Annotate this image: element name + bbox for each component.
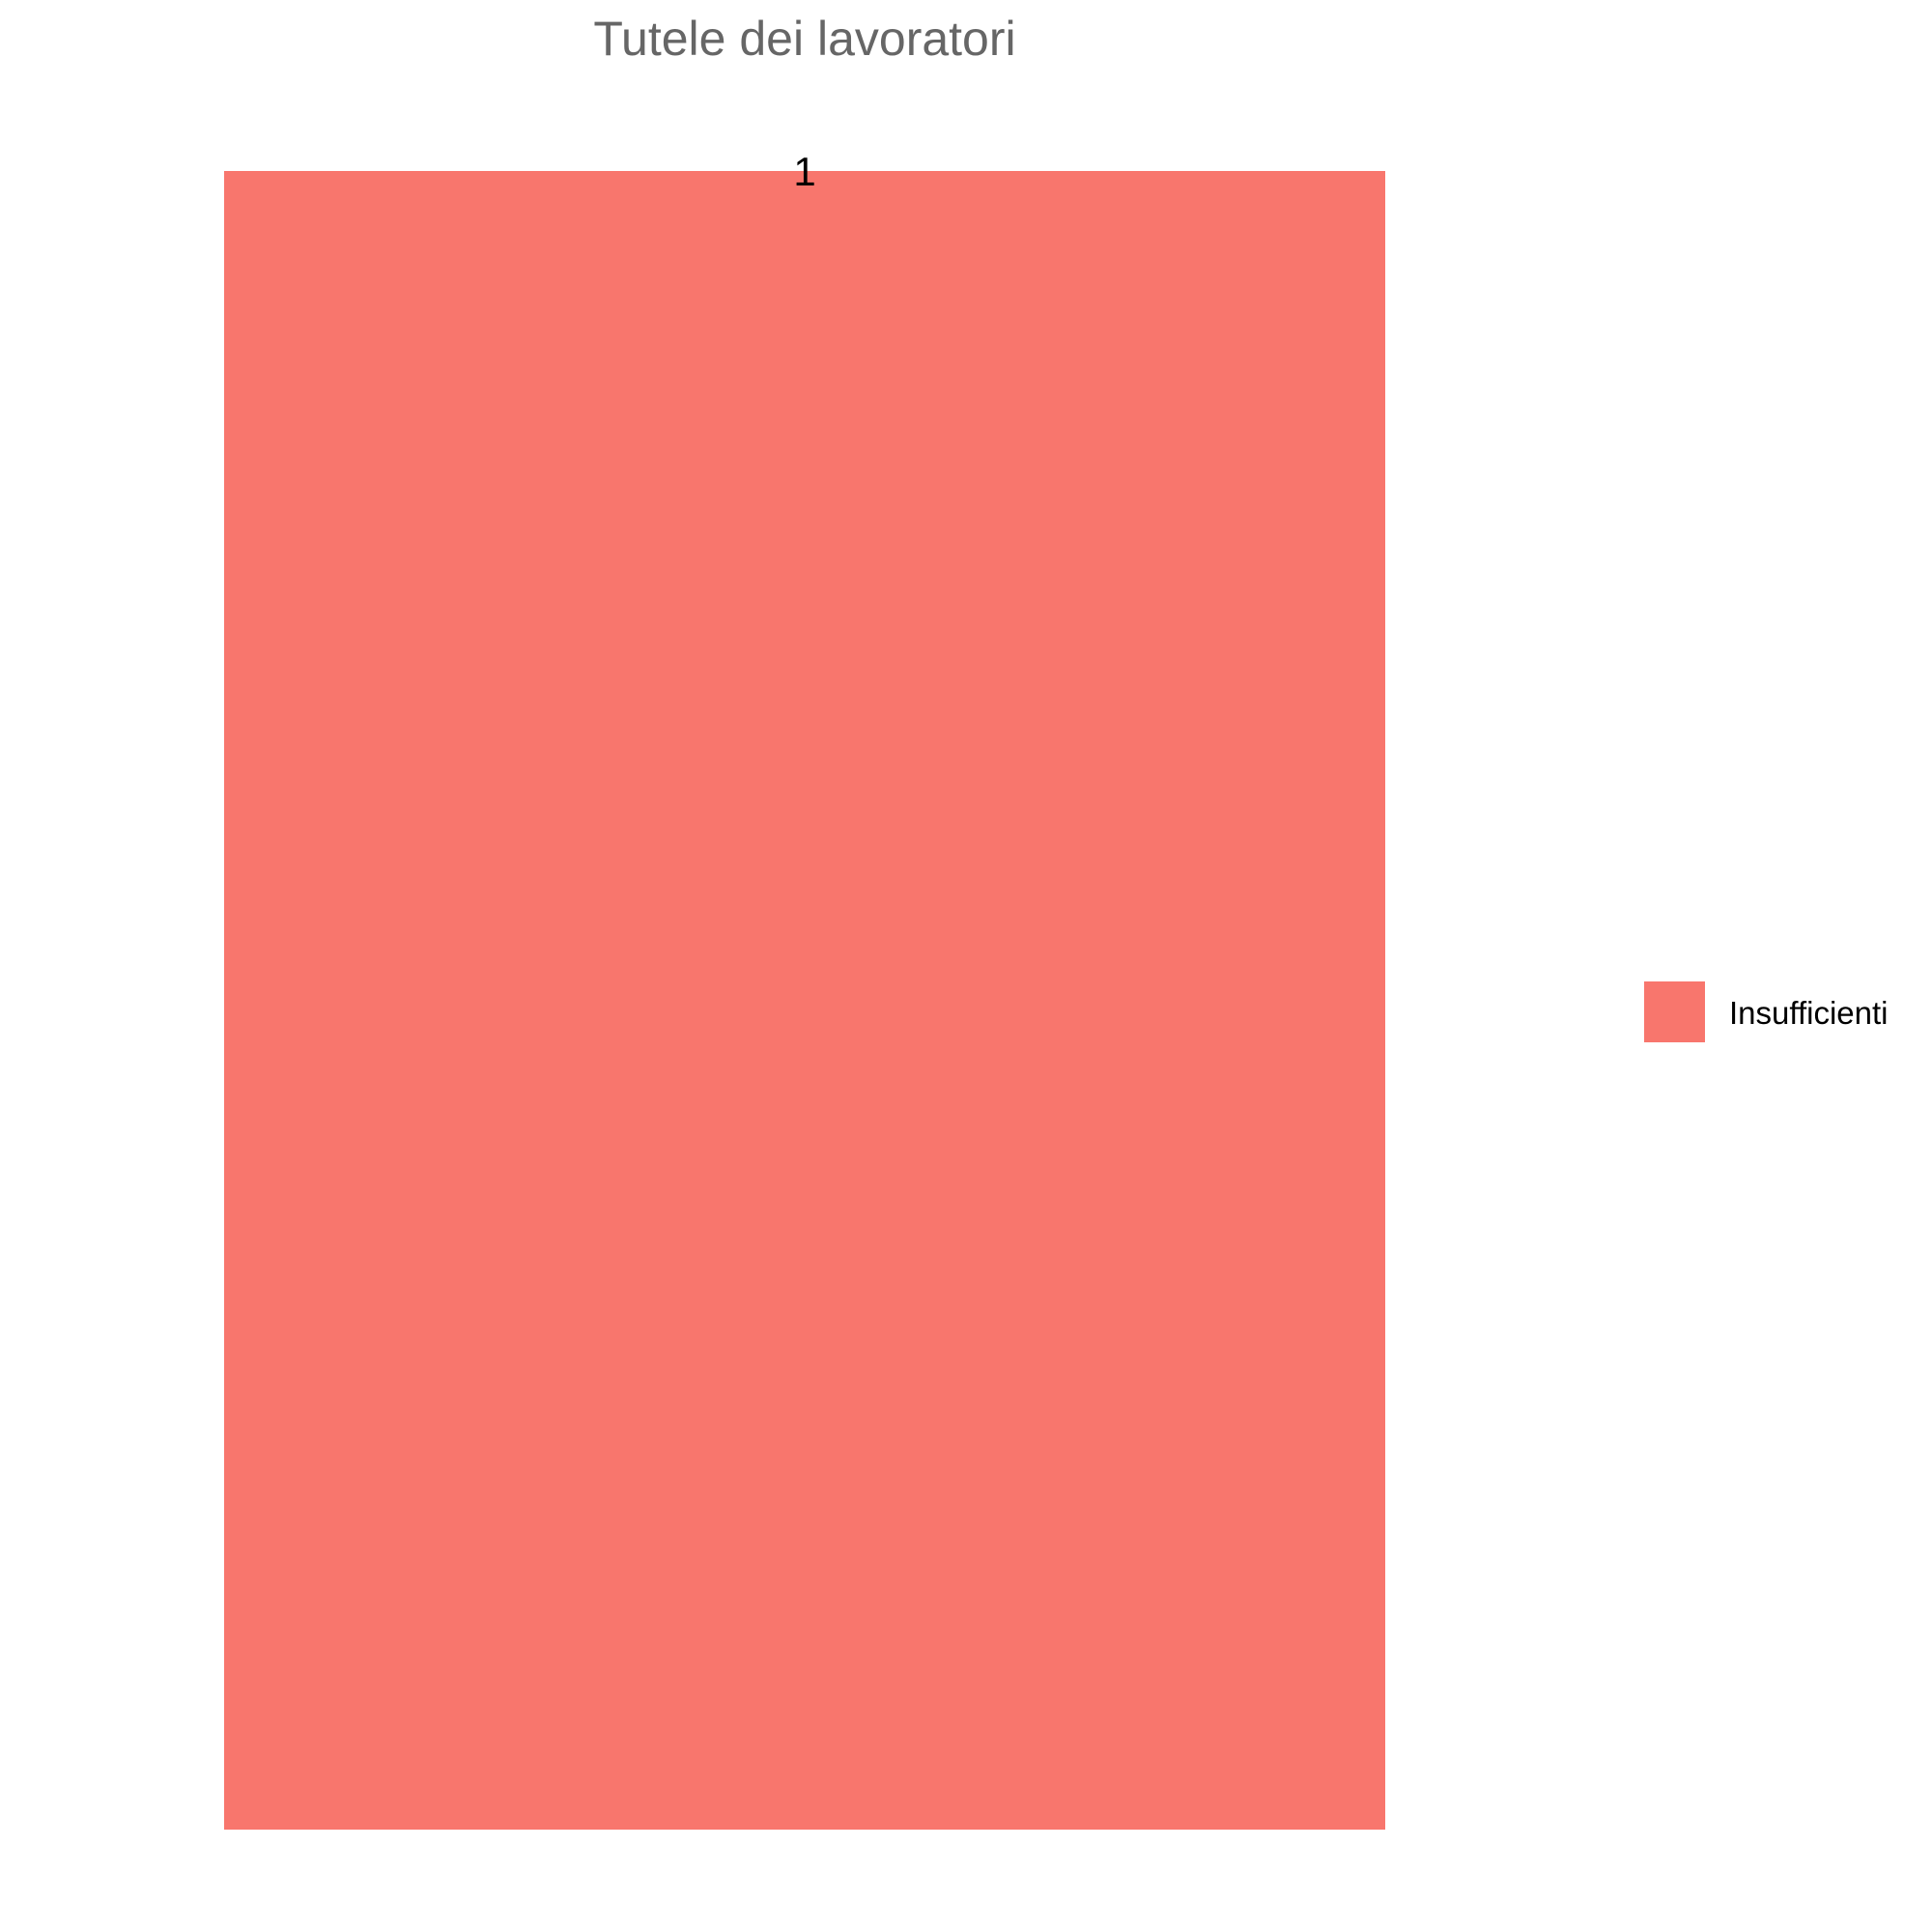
- legend-key-insufficienti: [1644, 981, 1705, 1042]
- bar-segment-insufficienti: [224, 171, 1385, 1830]
- chart: Tutele dei lavoratori 1 Insufficienti: [224, 12, 1888, 1830]
- data-labels-group: 1: [793, 149, 815, 194]
- chart-title: Tutele dei lavoratori: [593, 12, 1015, 66]
- legend-label-insufficienti: Insufficienti: [1729, 995, 1888, 1031]
- legend: Insufficienti: [1644, 981, 1888, 1042]
- data-label-insufficienti: 1: [793, 149, 815, 194]
- bars-group: [224, 171, 1385, 1830]
